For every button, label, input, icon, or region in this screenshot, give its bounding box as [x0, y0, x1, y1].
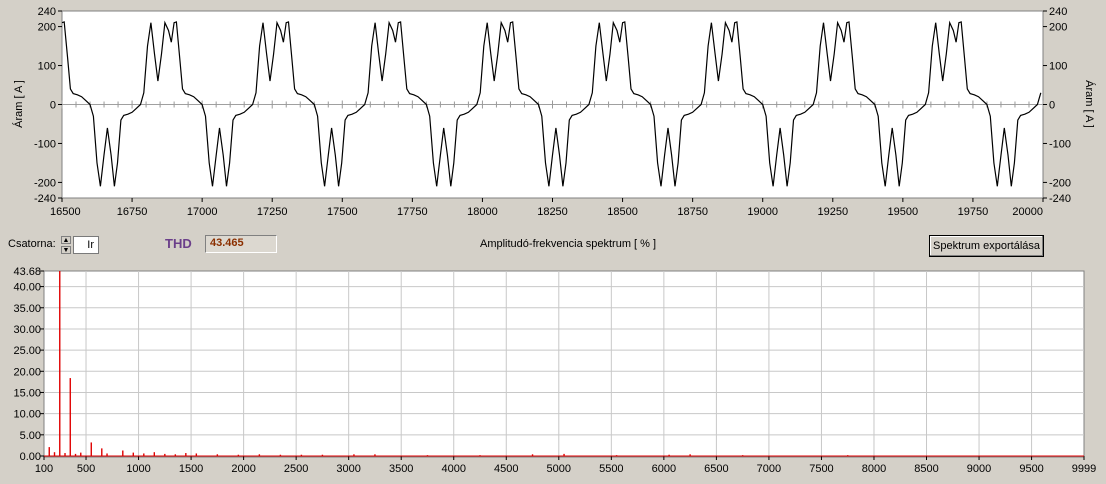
- spectrum-y-tick-label: 40.00: [13, 282, 41, 294]
- spectrum-x-tick-label: 1000: [126, 463, 150, 475]
- spectrum-plot-area: [43, 270, 1085, 458]
- waveform-x-tick-label: 20000: [1012, 206, 1043, 218]
- waveform-y-tick-label-left: -200: [34, 177, 56, 189]
- spectrum-title: Amplitudó-frekvencia spektrum [ % ]: [480, 238, 657, 250]
- waveform-x-tick-label: 18500: [607, 206, 638, 218]
- spectrum-x-tick-label: 5500: [599, 463, 623, 475]
- spectrum-y-tick-label: 43.68: [13, 266, 41, 278]
- waveform-x-tick-label: 17750: [397, 206, 428, 218]
- waveform-x-tick-label: 18750: [677, 206, 708, 218]
- spectrum-y-tick-label: 15.00: [13, 387, 41, 399]
- waveform-y-ticks-left: 240 200 100 0 -100 -200 -240: [34, 6, 62, 205]
- waveform-y-tick-label-left: -100: [34, 138, 56, 150]
- waveform-y-tick-label-left: 0: [50, 100, 56, 112]
- waveform-ylabel-left: Áram [ A ]: [12, 80, 25, 128]
- spectrum-y-tick-label: 5.00: [20, 430, 41, 442]
- waveform-x-tick-label: 19750: [958, 206, 989, 218]
- spectrum-x-tick-label: 6000: [652, 463, 676, 475]
- spectrum-x-tick-label: 9500: [1019, 463, 1043, 475]
- spectrum-x-tick-label: 5000: [547, 463, 571, 475]
- spectrum-x-tick-label: 4000: [441, 463, 465, 475]
- waveform-x-tick-label: 19250: [817, 206, 848, 218]
- channel-spinner[interactable]: ▲ ▼: [61, 236, 71, 254]
- spectrum-x-ticks: 100 500 1000 1500 2000 2500 3000 3500 4000 4500 50…: [35, 456, 1096, 475]
- thd-label: THD: [165, 236, 192, 251]
- spectrum-y-tick-label: 20.00: [13, 366, 41, 378]
- waveform-y-tick-label-right: -200: [1049, 177, 1071, 189]
- spectrum-x-tick-label: 8500: [914, 463, 938, 475]
- waveform-y-tick-label-left: 240: [38, 6, 56, 18]
- waveform-x-tick-label: 19500: [888, 206, 919, 218]
- waveform-y-tick-label-right: 200: [1049, 22, 1067, 34]
- waveform-x-tick-label: 17250: [257, 206, 288, 218]
- amplitude-frequency-spectrum-chart: 100 500 1000 1500 2000 2500 3000 3500 4000 4500 50…: [13, 266, 1096, 475]
- current-waveform-chart: 16500 16750 17000 17250 17500 17750 18000 18250…: [12, 6, 1096, 218]
- waveform-x-tick-label: 16750: [117, 206, 148, 218]
- spectrum-x-tick-label: 500: [77, 463, 95, 475]
- waveform-x-ticks: 16500 16750 17000 17250 17500 17750 18000 18250…: [50, 198, 1044, 218]
- thd-value: 43.465: [205, 235, 277, 253]
- spectrum-y-ticks: 43.68 40.00 35.00 30.00 25.00 20.00 15.00 10.00…: [13, 266, 44, 463]
- spinner-down-arrow-icon[interactable]: ▼: [61, 246, 71, 254]
- waveform-x-tick-label: 18250: [537, 206, 568, 218]
- waveform-y-tick-label-left: -240: [34, 193, 56, 205]
- channel-label: Csatorna:: [8, 238, 56, 250]
- channel-input[interactable]: [73, 236, 99, 254]
- spectrum-y-tick-label: 10.00: [13, 409, 41, 421]
- spectrum-y-tick-label: 30.00: [13, 324, 41, 336]
- spectrum-y-tick-label: 0.00: [20, 451, 41, 463]
- spectrum-x-tick-label: 7000: [757, 463, 781, 475]
- waveform-y-ticks-right: 240 200 100 0 -100 -200 -240: [1043, 6, 1071, 205]
- spectrum-x-tick-label: 9999: [1072, 463, 1096, 475]
- spectrum-x-tick-label: 6500: [704, 463, 728, 475]
- waveform-x-tick-label: 17000: [187, 206, 218, 218]
- spectrum-x-tick-label: 2000: [231, 463, 255, 475]
- export-spectrum-button[interactable]: Spektrum exportálása: [929, 235, 1044, 257]
- spinner-up-arrow-icon[interactable]: ▲: [61, 236, 71, 244]
- spectrum-x-tick-label: 3000: [336, 463, 360, 475]
- spectrum-x-tick-label: 1500: [179, 463, 203, 475]
- spectrum-x-tick-label: 7500: [809, 463, 833, 475]
- waveform-y-tick-label-right: -100: [1049, 138, 1071, 150]
- spectrum-x-tick-label: 8000: [862, 463, 886, 475]
- waveform-x-tick-label: 19000: [747, 206, 778, 218]
- waveform-y-tick-label-left: 100: [38, 61, 56, 73]
- spectrum-y-tick-label: 35.00: [13, 303, 41, 315]
- waveform-y-tick-label-right: 0: [1049, 100, 1055, 112]
- waveform-ylabel-right: Áram [ A ]: [1083, 80, 1096, 128]
- waveform-y-tick-label-left: 200: [38, 22, 56, 34]
- spectrum-y-tick-label: 25.00: [13, 345, 41, 357]
- waveform-x-tick-label: 18000: [467, 206, 498, 218]
- spectrum-x-tick-label: 9000: [967, 463, 991, 475]
- waveform-y-tick-label-right: -240: [1049, 193, 1071, 205]
- waveform-y-tick-label-right: 100: [1049, 61, 1067, 73]
- waveform-y-tick-label-right: 240: [1049, 6, 1067, 18]
- waveform-x-tick-label: 17500: [327, 206, 358, 218]
- spectrum-x-tick-label: 4500: [494, 463, 518, 475]
- spectrum-x-tick-label: 2500: [284, 463, 308, 475]
- spectrum-x-tick-label: 100: [35, 463, 53, 475]
- waveform-x-tick-label: 16500: [50, 206, 81, 218]
- spectrum-x-tick-label: 3500: [389, 463, 413, 475]
